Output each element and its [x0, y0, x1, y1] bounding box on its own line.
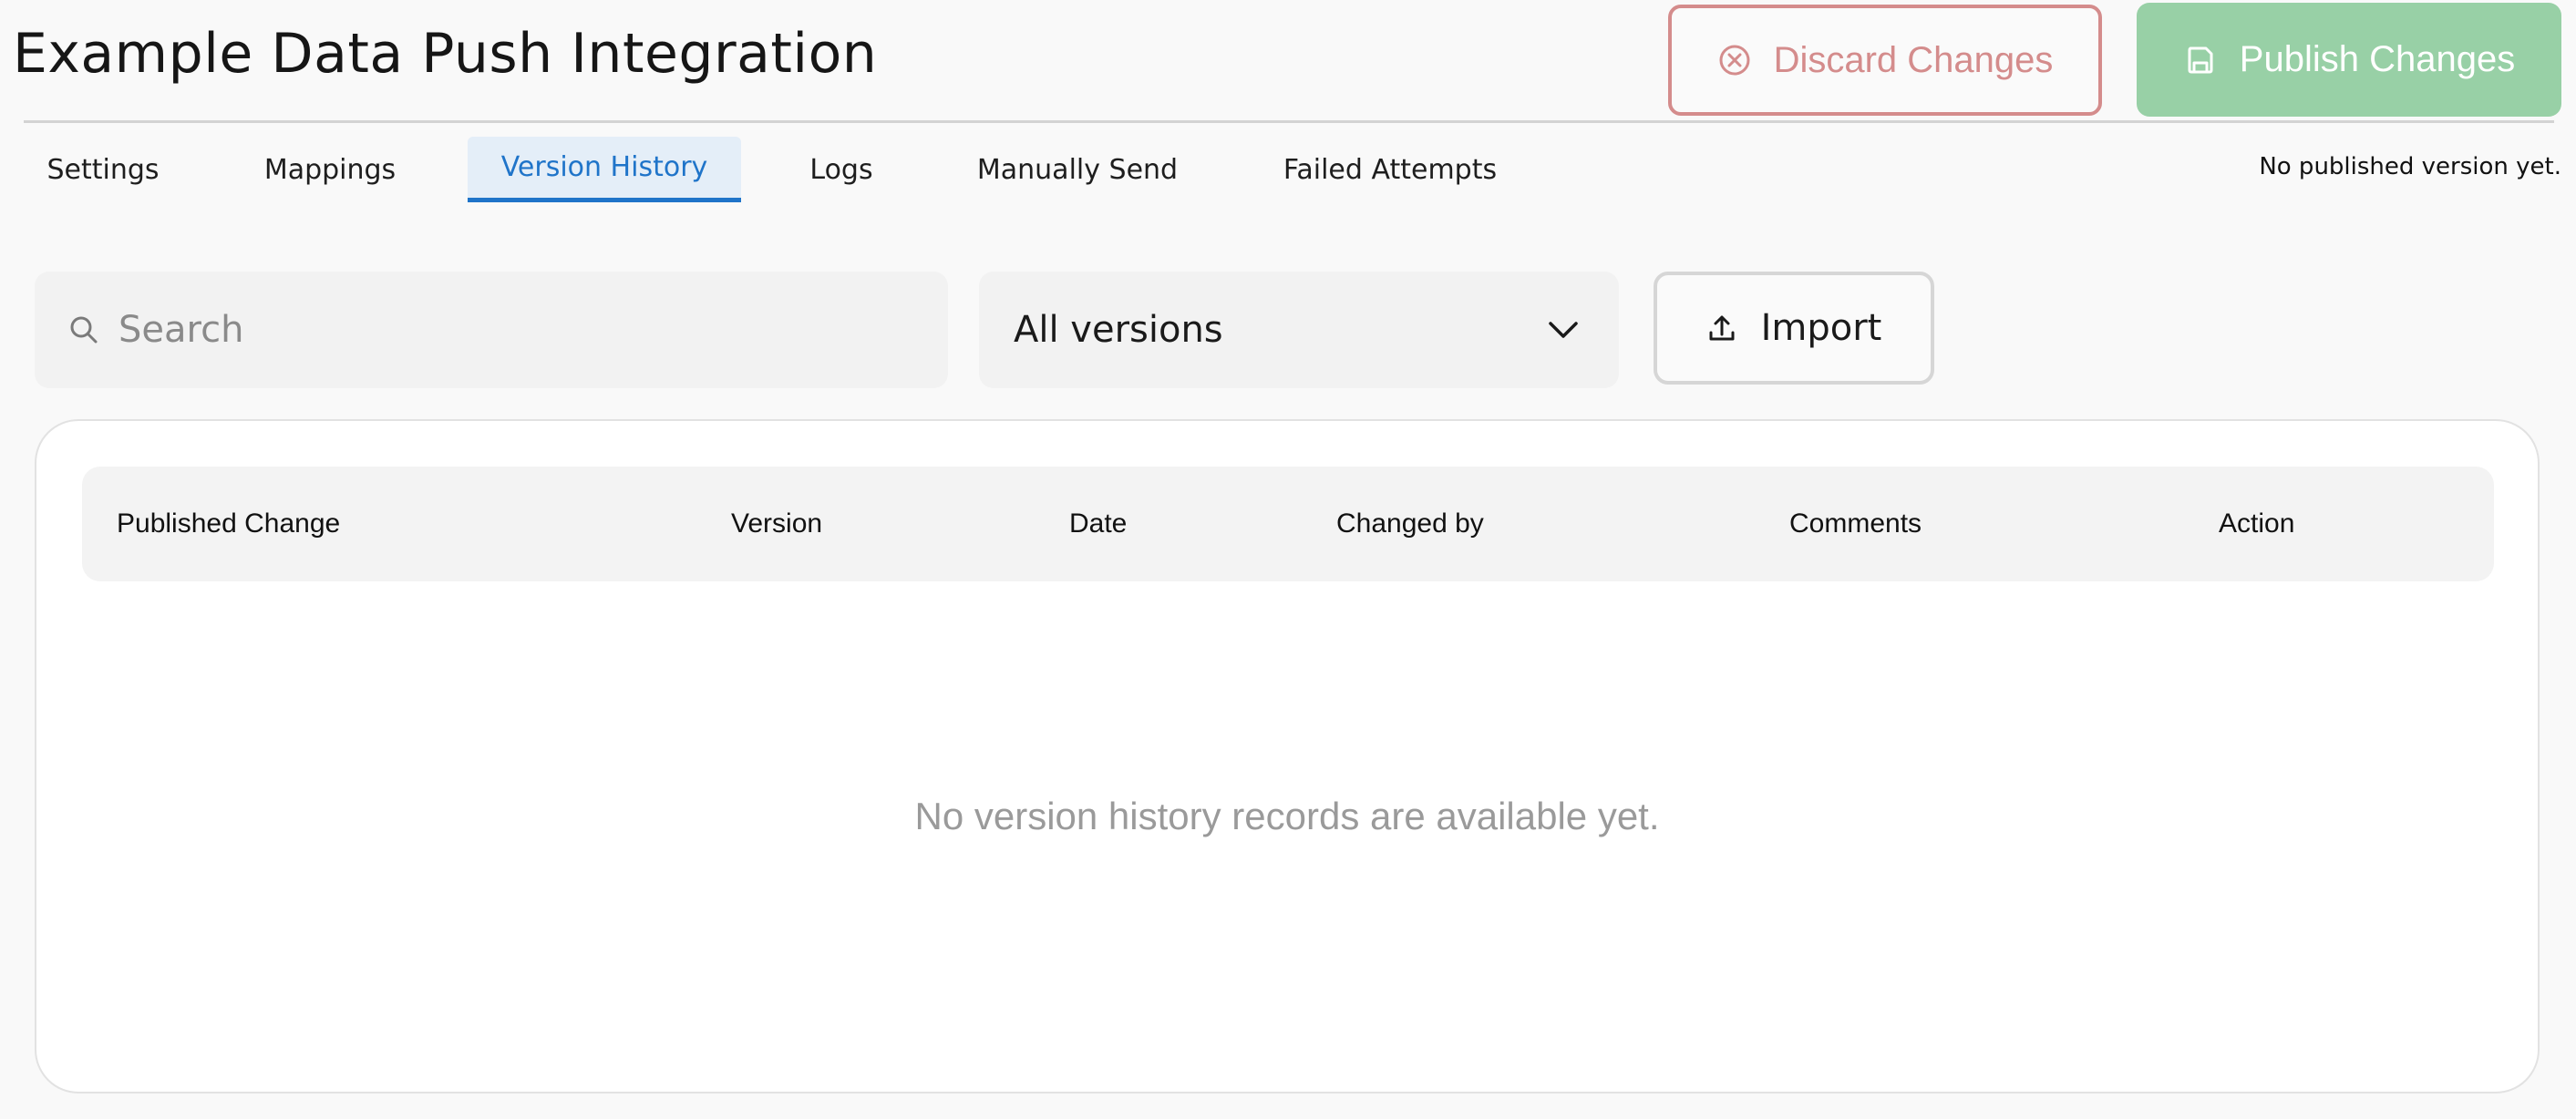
tab-manually-send[interactable]: Manually Send	[964, 137, 1190, 202]
publish-changes-label: Publish Changes	[2239, 39, 2516, 79]
column-header-version: Version	[731, 508, 823, 539]
tab-mappings[interactable]: Mappings	[248, 137, 412, 202]
column-header-published-change: Published Change	[117, 508, 341, 539]
tab-settings[interactable]: Settings	[27, 137, 179, 202]
import-label: Import	[1760, 307, 1882, 349]
import-button[interactable]: Import	[1654, 272, 1934, 385]
column-header-changed-by: Changed by	[1336, 508, 1484, 539]
table-header-row: Published Change Version Date Changed by…	[82, 467, 2494, 581]
chevron-down-icon	[1548, 320, 1579, 340]
tab-version-history[interactable]: Version History	[468, 137, 741, 202]
search-field[interactable]	[35, 272, 948, 388]
search-icon	[67, 313, 100, 346]
column-header-action: Action	[2219, 508, 2295, 539]
publish-status-text: No published version yet.	[2259, 153, 2561, 180]
column-header-comments: Comments	[1789, 508, 1922, 539]
column-header-date: Date	[1069, 508, 1128, 539]
tab-failed-attempts[interactable]: Failed Attempts	[1267, 137, 1513, 202]
page-title: Example Data Push Integration	[13, 22, 878, 86]
integration-page: Example Data Push Integration Discard Ch…	[0, 0, 2576, 1119]
publish-changes-button[interactable]: Publish Changes	[2137, 3, 2561, 117]
search-input[interactable]	[118, 309, 921, 351]
version-history-table: Published Change Version Date Changed by…	[35, 419, 2540, 1093]
discard-changes-label: Discard Changes	[1773, 39, 2054, 80]
tab-logs[interactable]: Logs	[793, 137, 890, 202]
upload-icon	[1706, 313, 1737, 344]
discard-changes-button[interactable]: Discard Changes	[1668, 5, 2102, 116]
version-filter-value: All versions	[1014, 309, 1223, 351]
close-circle-icon	[1717, 43, 1752, 77]
save-icon	[2183, 43, 2218, 77]
empty-state-message: No version history records are available…	[914, 795, 1660, 837]
header-divider	[24, 120, 2554, 123]
version-filter-select[interactable]: All versions	[979, 272, 1619, 388]
